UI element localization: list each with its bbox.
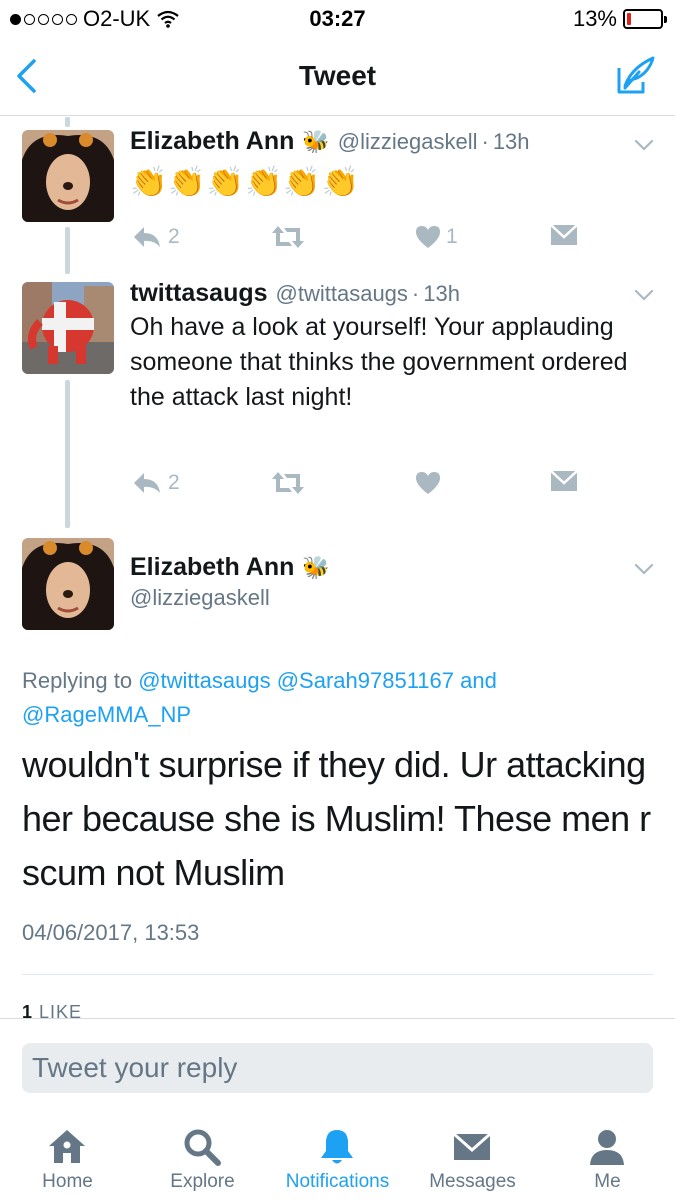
thread-connector [65,380,70,528]
replying-to: Replying to @twittasaugs @Sarah97851167 … [22,664,652,732]
tab-home[interactable]: Home [0,1113,135,1200]
avatar[interactable] [22,538,114,630]
retweet-icon [272,226,304,248]
user-handle[interactable]: @twittasaugs [276,281,408,307]
avatar-photo [22,130,114,222]
like-count: 1 [446,225,458,248]
tweet-actions: 2 1 [130,224,580,254]
likes-number: 1 [22,1002,34,1018]
tab-label: Home [42,1171,93,1192]
chevron-down-icon[interactable] [633,288,655,302]
tab-me[interactable]: Me [540,1113,675,1200]
tweet-text: wouldn't surprise if they did. Ur attack… [22,744,651,893]
tab-label: Messages [429,1171,516,1192]
tweet-text: Oh have a look at yourself! Your applaud… [130,313,628,411]
reply-button[interactable]: 2 [130,224,180,250]
display-name[interactable]: twittasaugs [130,279,268,308]
envelope-icon [550,470,578,491]
bell-icon [321,1130,353,1164]
reply-input[interactable]: Tweet your reply [22,1043,653,1093]
separator-dot: · [481,128,489,154]
mention-link[interactable]: @RageMMA_NP [22,702,191,727]
tab-explore[interactable]: Explore [135,1113,270,1200]
display-name[interactable]: Elizabeth Ann [130,127,294,156]
battery-status: 13% [572,6,667,32]
tweet-text: 👏👏👏👏👏👏 [130,166,361,199]
tweet-actions: 2 [130,470,580,500]
direct-message-button[interactable] [550,224,578,246]
separator-dot: · [411,280,420,306]
reply-icon [134,227,160,247]
battery-level-fill [627,13,631,25]
avatar-photo [22,538,114,630]
chevron-down-icon[interactable] [633,138,655,152]
battery-icon [623,9,667,29]
tab-label: Me [594,1171,621,1192]
status-bar: O2-UK 03:27 13% [0,0,675,38]
like-button[interactable]: 1 [414,224,458,250]
envelope-icon [453,1132,491,1160]
home-icon [49,1130,85,1163]
divider [22,974,653,975]
page-title: Tweet [298,60,377,91]
heart-icon [416,472,440,494]
like-button[interactable] [414,470,446,496]
navigation-bar: Tweet [0,38,675,116]
reply-count: 2 [168,471,180,494]
bee-emoji-icon: 🐝 [302,554,330,580]
replying-prefix: Replying to [22,668,133,693]
tab-notifications[interactable]: Notifications [270,1113,405,1200]
tab-label: Explore [170,1171,235,1192]
mention-link[interactable]: @Sarah97851167 [277,668,454,693]
tweet-header: Elizabeth Ann 🐝 [130,553,330,582]
avatar-photo [22,282,114,374]
heart-icon [416,226,440,248]
tab-label: Notifications [285,1171,390,1192]
reply-icon [134,473,160,493]
chevron-down-icon[interactable] [633,562,655,576]
search-icon [184,1129,221,1166]
envelope-icon [550,224,578,245]
reply-button[interactable]: 2 [130,470,180,496]
user-handle[interactable]: @lizziegaskell [338,129,478,155]
mention-and[interactable]: and [460,668,497,693]
person-icon [590,1130,624,1165]
tweet-timestamp: 04/06/2017, 13:53 [22,920,200,945]
avatar[interactable] [22,130,114,222]
direct-message-button[interactable] [550,470,578,492]
tweet-time: 13h [423,280,460,306]
avatar[interactable] [22,282,114,374]
display-name[interactable]: Elizabeth Ann [130,553,294,582]
retweet-icon [272,472,304,494]
reply-bar: Tweet your reply [0,1018,675,1113]
bee-emoji-icon: 🐝 [302,128,330,154]
mention-link[interactable]: @twittasaugs [138,668,270,693]
retweet-button[interactable] [270,470,310,496]
compose-tweet-icon[interactable] [615,54,657,96]
likes-label: LIKE [39,1002,83,1018]
tab-messages[interactable]: Messages [405,1113,540,1200]
thread-connector [65,227,70,274]
tweet-header: twittasaugs @twittasaugs · 13h [130,279,460,308]
battery-percent: 13% [572,6,617,31]
likes-count[interactable]: 1 LIKE [22,1002,82,1018]
user-handle[interactable]: @lizziegaskell [130,585,270,611]
tweet-header: Elizabeth Ann 🐝 @lizziegaskell · 13h [130,127,530,156]
thread-connector [65,117,70,127]
reply-count: 2 [168,225,180,248]
tab-bar: Home Explore Notifications Messages Me [0,1113,675,1200]
retweet-button[interactable] [270,224,310,250]
tweet-time: 13h [492,128,530,154]
